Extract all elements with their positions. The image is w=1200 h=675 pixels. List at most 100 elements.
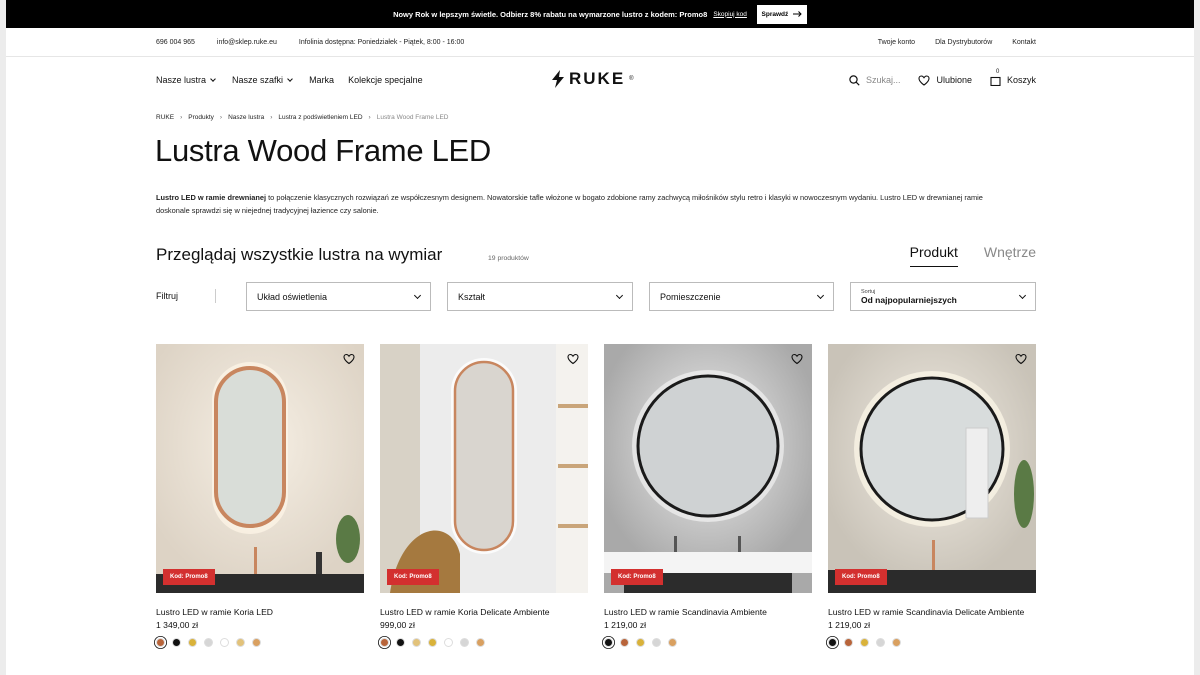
color-swatch[interactable] bbox=[236, 638, 245, 647]
color-swatch[interactable] bbox=[188, 638, 197, 647]
category-description: Lustro LED w ramie drewnianej to połącze… bbox=[156, 191, 1016, 217]
distributors-link[interactable]: Dla Dystrybutorów bbox=[935, 39, 992, 46]
breadcrumb-separator: › bbox=[270, 114, 273, 121]
nav-item-cabinets[interactable]: Nasze szafki bbox=[232, 75, 295, 85]
account-link[interactable]: Twoje konto bbox=[878, 39, 915, 46]
promo-check-label: Sprawdź bbox=[761, 10, 789, 18]
favorites-link[interactable]: Ulubione bbox=[918, 74, 972, 86]
filter-label: Pomieszczenie bbox=[660, 291, 721, 302]
color-swatch[interactable] bbox=[636, 638, 645, 647]
section-heading: Przeglądaj wszystkie lustra na wymiar bbox=[156, 245, 443, 264]
color-swatches bbox=[828, 638, 1036, 647]
product-card[interactable]: Kod: Promo8 Lustro LED w ramie Koria LED… bbox=[156, 344, 364, 647]
color-swatch[interactable] bbox=[204, 638, 213, 647]
nav-item-label: Nasze szafki bbox=[232, 75, 284, 85]
promo-check-button[interactable]: Sprawdź bbox=[756, 4, 807, 24]
nav-item-mirrors[interactable]: Nasze lustra bbox=[156, 75, 218, 85]
chevron-down-icon bbox=[1018, 291, 1027, 299]
product-image[interactable]: Kod: Promo8 bbox=[156, 344, 364, 593]
heart-icon[interactable] bbox=[791, 353, 803, 365]
color-swatch[interactable] bbox=[412, 638, 421, 647]
heart-icon bbox=[918, 74, 931, 86]
breadcrumb-item[interactable]: Lustra z podświetleniem LED bbox=[278, 114, 362, 121]
product-name[interactable]: Lustro LED w ramie Koria LED bbox=[156, 605, 364, 619]
product-price: 999,00 zł bbox=[380, 620, 415, 630]
breadcrumb-current: Lustra Wood Frame LED bbox=[376, 114, 449, 121]
promo-badge: Kod: Promo8 bbox=[387, 569, 439, 585]
promo-badge: Kod: Promo8 bbox=[835, 569, 887, 585]
cart-count: 0 bbox=[995, 69, 1000, 75]
color-swatches bbox=[156, 638, 364, 647]
product-price: 1 219,00 zł bbox=[604, 620, 647, 630]
copy-code-link[interactable]: Skopiuj kod bbox=[713, 11, 747, 18]
filter-label: Kształt bbox=[458, 291, 486, 302]
cart-link[interactable]: 0 Koszyk bbox=[990, 69, 1036, 87]
view-tabs: Produkt Wnętrze bbox=[909, 244, 1036, 267]
product-image[interactable]: Kod: Promo8 bbox=[604, 344, 812, 593]
search-placeholder: Szukaj... bbox=[865, 75, 901, 85]
chevron-down-icon bbox=[287, 76, 293, 82]
color-swatch[interactable] bbox=[380, 638, 389, 647]
description-text: to połączenie klasycznych rozwiązań ze w… bbox=[156, 193, 983, 215]
heart-icon[interactable] bbox=[567, 353, 579, 365]
color-swatch[interactable] bbox=[860, 638, 869, 647]
color-swatches bbox=[380, 638, 588, 647]
color-swatch[interactable] bbox=[828, 638, 837, 647]
room-filter[interactable]: Pomieszczenie bbox=[649, 282, 834, 311]
divider bbox=[215, 289, 216, 303]
color-swatch[interactable] bbox=[892, 638, 901, 647]
color-swatch[interactable] bbox=[668, 638, 677, 647]
heart-icon[interactable] bbox=[343, 353, 355, 365]
product-image[interactable]: Kod: Promo8 bbox=[828, 344, 1036, 593]
ruke-logo[interactable]: RUKE ® bbox=[551, 69, 636, 89]
color-swatch[interactable] bbox=[172, 638, 181, 647]
contact-link[interactable]: Kontakt bbox=[1012, 39, 1036, 46]
color-swatch[interactable] bbox=[252, 638, 261, 647]
color-swatch[interactable] bbox=[620, 638, 629, 647]
hotline-hours: Infolinia dostępna: Poniedziałek - Piąte… bbox=[298, 38, 465, 46]
main-nav: Nasze lustra Nasze szafki Marka Kolekcje… bbox=[156, 57, 1036, 103]
chevron-down-icon bbox=[615, 291, 624, 299]
cart-label: Koszyk bbox=[1006, 75, 1036, 85]
color-swatch[interactable] bbox=[844, 638, 853, 647]
product-name[interactable]: Lustro LED w ramie Scandinavia Delicate … bbox=[828, 605, 1036, 619]
product-name[interactable]: Lustro LED w ramie Koria Delicate Ambien… bbox=[380, 605, 588, 619]
viewport-margin-right bbox=[1194, 0, 1200, 675]
color-swatch[interactable] bbox=[876, 638, 885, 647]
product-card[interactable]: Kod: Promo8 Lustro LED w ramie Scandinav… bbox=[604, 344, 812, 647]
tab-product[interactable]: Produkt bbox=[909, 244, 958, 267]
color-swatch[interactable] bbox=[460, 638, 469, 647]
breadcrumb-item[interactable]: Produkty bbox=[188, 114, 214, 121]
logo-text: RUKE bbox=[569, 69, 626, 88]
product-name[interactable]: Lustro LED w ramie Scandinavia Ambiente bbox=[604, 605, 812, 619]
color-swatch[interactable] bbox=[396, 638, 405, 647]
product-image[interactable]: Kod: Promo8 bbox=[380, 344, 588, 593]
product-count: 19 produktów bbox=[488, 255, 529, 262]
promo-bar: Nowy Rok w lepszym świetle. Odbierz 8% r… bbox=[6, 0, 1194, 28]
product-card[interactable]: Kod: Promo8 Lustro LED w ramie Scandinav… bbox=[828, 344, 1036, 647]
breadcrumb-separator: › bbox=[180, 114, 183, 121]
color-swatch[interactable] bbox=[652, 638, 661, 647]
color-swatch[interactable] bbox=[156, 638, 165, 647]
search-input[interactable]: Szukaj... bbox=[849, 74, 901, 86]
product-card[interactable]: Kod: Promo8 Lustro LED w ramie Koria Del… bbox=[380, 344, 588, 647]
heart-icon[interactable] bbox=[1015, 353, 1027, 365]
shape-filter[interactable]: Kształt bbox=[447, 282, 633, 311]
page: Nowy Rok w lepszym świetle. Odbierz 8% r… bbox=[6, 0, 1194, 675]
nav-item-brand[interactable]: Marka bbox=[309, 75, 334, 85]
phone-number[interactable]: 696 004 965 bbox=[156, 39, 195, 46]
nav-item-special-collections[interactable]: Kolekcje specjalne bbox=[348, 75, 423, 85]
sort-select[interactable]: Sortuj Od najpopularniejszych bbox=[850, 282, 1036, 311]
email-address[interactable]: info@sklep.ruke.eu bbox=[217, 39, 277, 46]
utility-bar: 696 004 965 info@sklep.ruke.eu Infolinia… bbox=[156, 28, 1036, 56]
color-swatch[interactable] bbox=[444, 638, 453, 647]
tab-interior[interactable]: Wnętrze bbox=[984, 244, 1036, 267]
breadcrumb-item[interactable]: RUKE bbox=[156, 114, 174, 121]
color-swatch[interactable] bbox=[476, 638, 485, 647]
breadcrumb-item[interactable]: Nasze lustra bbox=[228, 114, 264, 121]
arrow-right-icon bbox=[793, 11, 802, 17]
lighting-layout-filter[interactable]: Układ oświetlenia bbox=[246, 282, 431, 311]
color-swatch[interactable] bbox=[428, 638, 437, 647]
color-swatch[interactable] bbox=[604, 638, 613, 647]
color-swatch[interactable] bbox=[220, 638, 229, 647]
